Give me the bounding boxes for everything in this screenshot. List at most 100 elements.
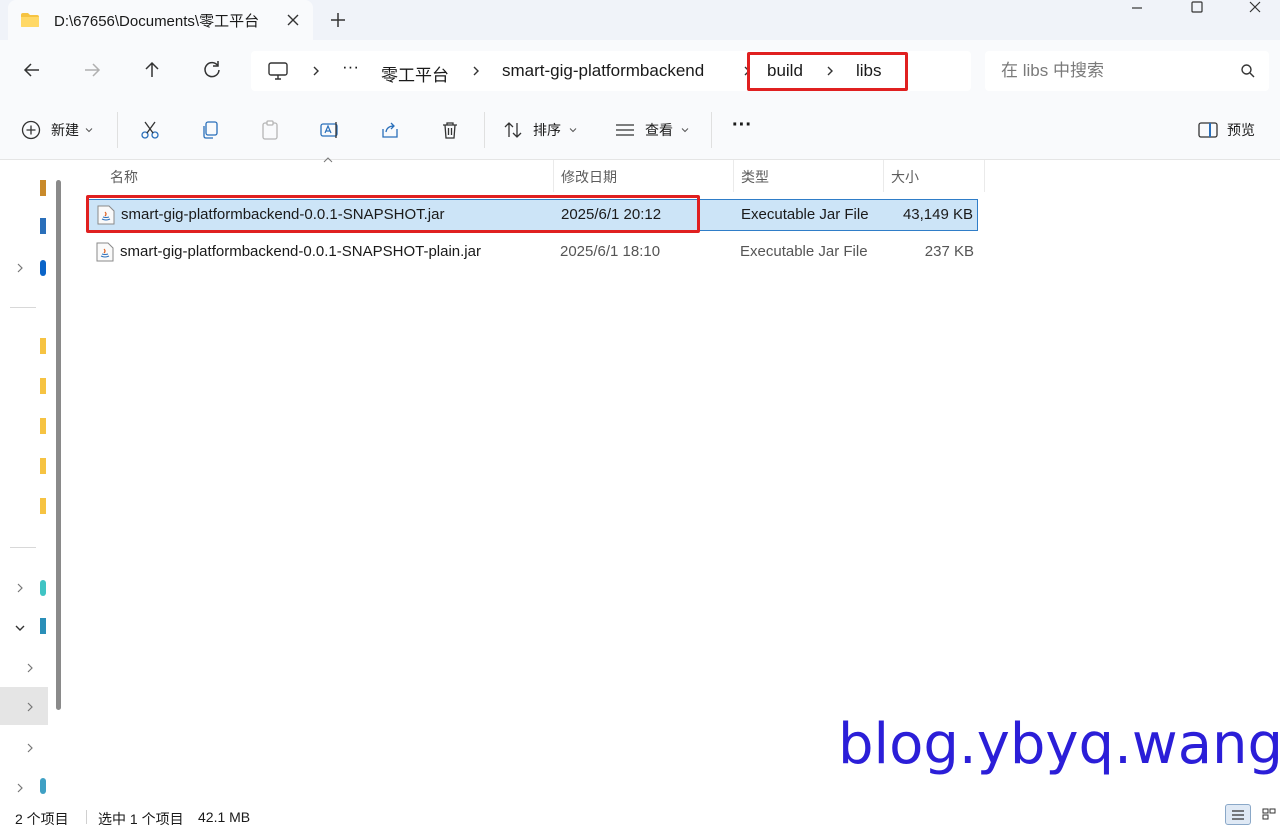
trash-icon [439, 119, 461, 141]
sort-button[interactable]: 排序 [502, 119, 577, 141]
breadcrumb-more[interactable]: ··· [342, 57, 359, 77]
column-header-type[interactable]: 类型 [741, 167, 769, 187]
onedrive-icon[interactable] [40, 260, 46, 276]
item-count: 2 个项目 [15, 811, 69, 827]
chevron-right-icon[interactable] [24, 742, 36, 754]
sidebar-item-selected[interactable] [0, 687, 48, 725]
command-bar: 新建 排序 查看 ··· 预览 [0, 100, 1280, 160]
view-button[interactable]: 查看 [614, 119, 689, 141]
column-divider[interactable] [553, 160, 554, 192]
close-tab-icon[interactable] [285, 12, 301, 28]
folder-icon[interactable] [40, 498, 46, 514]
sort-ascending-icon [322, 156, 334, 164]
selection-count: 选中 1 个项目 [98, 811, 184, 827]
gallery-icon[interactable] [40, 218, 46, 234]
status-bar: 2 个项目 选中 1 个项目 42.1 MB [0, 800, 1280, 827]
new-tab-button[interactable] [328, 10, 348, 30]
chevron-down-icon [85, 126, 93, 134]
scissors-icon [139, 119, 161, 141]
paste-button[interactable] [259, 119, 281, 141]
plus-circle-icon [20, 119, 42, 141]
sidebar-divider [10, 307, 36, 308]
toolbar-divider [117, 112, 118, 148]
navigation-bar: ··· 零工平台 smart-gig-platformbackend build… [0, 40, 1280, 100]
refresh-button[interactable] [200, 58, 224, 82]
more-options-button[interactable]: ··· [732, 114, 752, 136]
address-bar[interactable]: ··· 零工平台 smart-gig-platformbackend build… [251, 51, 971, 91]
chevron-right-icon[interactable] [14, 782, 26, 794]
column-divider[interactable] [733, 160, 734, 192]
maximize-button[interactable] [1168, 0, 1226, 18]
new-button[interactable]: 新建 [20, 119, 93, 141]
chevron-down-icon [681, 126, 689, 134]
details-view-icon [1231, 809, 1245, 821]
column-header-date[interactable]: 修改日期 [561, 167, 617, 187]
share-icon [379, 119, 401, 141]
jar-file-icon [96, 242, 114, 262]
preview-pane-icon [1197, 119, 1219, 141]
status-divider [86, 810, 87, 824]
toolbar-divider [484, 112, 485, 148]
view-label: 查看 [645, 122, 673, 138]
forward-button[interactable] [80, 58, 104, 82]
file-name: smart-gig-platformbackend-0.0.1-SNAPSHOT… [120, 243, 481, 260]
column-divider[interactable] [984, 160, 985, 192]
chevron-down-icon[interactable] [14, 622, 26, 634]
cloud-icon[interactable] [40, 580, 46, 596]
chevron-right-icon[interactable] [14, 582, 26, 594]
search-box[interactable] [985, 51, 1269, 91]
search-icon[interactable] [1240, 63, 1256, 79]
highlight-box [86, 195, 700, 233]
this-pc-icon[interactable] [267, 60, 289, 82]
title-bar: D:\67656\Documents\零工平台 [0, 0, 1280, 40]
window-tab[interactable]: D:\67656\Documents\零工平台 [8, 0, 313, 40]
cut-button[interactable] [139, 119, 161, 141]
folder-icon [20, 12, 40, 28]
chevron-right-icon[interactable] [24, 662, 36, 674]
up-button[interactable] [140, 58, 164, 82]
preview-label: 预览 [1227, 122, 1255, 138]
chevron-right-icon [310, 65, 322, 77]
list-view-icon [614, 119, 636, 141]
folder-icon[interactable] [40, 418, 46, 434]
minimize-button[interactable] [1108, 0, 1166, 18]
search-input[interactable] [985, 51, 1225, 91]
share-button[interactable] [379, 119, 401, 141]
tab-title: D:\67656\Documents\零工平台 [54, 12, 260, 30]
folder-icon[interactable] [40, 378, 46, 394]
column-header-size[interactable]: 大小 [891, 167, 919, 187]
column-header-name[interactable]: 名称 [110, 167, 138, 187]
tiles-view-button[interactable] [1258, 804, 1280, 825]
selection-size: 42.1 MB [198, 809, 251, 825]
home-icon[interactable] [40, 180, 46, 196]
close-window-button[interactable] [1226, 0, 1280, 18]
toolbar-divider [711, 112, 712, 148]
breadcrumb-item-0[interactable]: 零工平台 [381, 61, 449, 86]
sidebar-scrollbar[interactable] [56, 180, 61, 710]
highlight-box [747, 52, 908, 91]
delete-button[interactable] [439, 119, 461, 141]
watermark-text: blog.ybyq.wang [838, 712, 1280, 777]
back-button[interactable] [20, 58, 44, 82]
network-icon[interactable] [40, 778, 46, 794]
copy-button[interactable] [199, 119, 221, 141]
new-label: 新建 [51, 122, 79, 138]
folder-icon[interactable] [40, 458, 46, 474]
table-row[interactable]: smart-gig-platformbackend-0.0.1-SNAPSHOT… [88, 237, 978, 269]
rename-button[interactable] [319, 119, 341, 141]
details-view-button[interactable] [1225, 804, 1251, 825]
file-type: Executable Jar File [740, 243, 868, 260]
rename-icon [319, 119, 341, 141]
chevron-right-icon [24, 701, 36, 713]
preview-pane-button[interactable]: 预览 [1197, 119, 1255, 141]
this-pc-icon[interactable] [40, 618, 46, 634]
clipboard-icon [259, 119, 281, 141]
folder-icon[interactable] [40, 338, 46, 354]
file-size: 43,149 KB [902, 206, 973, 223]
sort-icon [502, 119, 524, 141]
column-divider[interactable] [883, 160, 884, 192]
chevron-right-icon[interactable] [14, 262, 26, 274]
file-size: 237 KB [924, 243, 974, 260]
breadcrumb-item-1[interactable]: smart-gig-platformbackend [502, 61, 704, 81]
file-type: Executable Jar File [741, 206, 869, 223]
